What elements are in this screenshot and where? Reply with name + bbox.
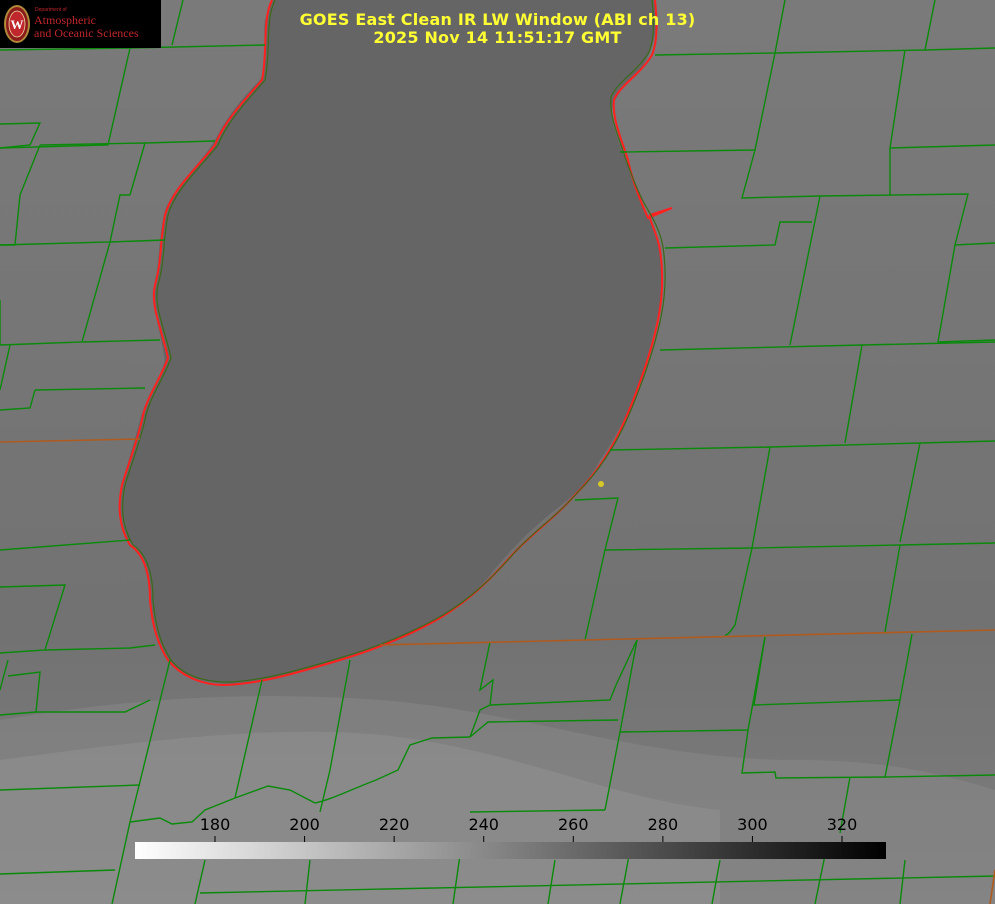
colorbar-tick-label: 200 — [289, 815, 320, 834]
colorbar-tick-label: 180 — [200, 815, 231, 834]
colorbar-tick-label: 320 — [827, 815, 858, 834]
title-line2: 2025 Nov 14 11:51:17 GMT — [373, 28, 622, 47]
svg-text:W: W — [11, 17, 24, 32]
colorbar-gradient — [135, 842, 886, 859]
map-title: GOES East Clean IR LW Window (ABI ch 13)… — [200, 11, 795, 47]
title-line1: GOES East Clean IR LW Window (ABI ch 13) — [299, 10, 696, 29]
colorbar-tick-label: 300 — [737, 815, 768, 834]
colorbar-tick-label: 280 — [648, 815, 679, 834]
department-name-line2: and Oceanic Sciences — [34, 26, 139, 40]
colorbar-tick-label: 240 — [468, 815, 499, 834]
university-seal-icon: W — [4, 5, 30, 43]
colorbar-tick-label: 220 — [379, 815, 410, 834]
location-marker — [598, 481, 604, 487]
logo: W Department of Atmospheric and Oceanic … — [0, 0, 161, 48]
colorbar-tick-label: 260 — [558, 815, 589, 834]
satellite-map[interactable]: 180 200 220 240 260 280 300 320 — [0, 0, 995, 904]
